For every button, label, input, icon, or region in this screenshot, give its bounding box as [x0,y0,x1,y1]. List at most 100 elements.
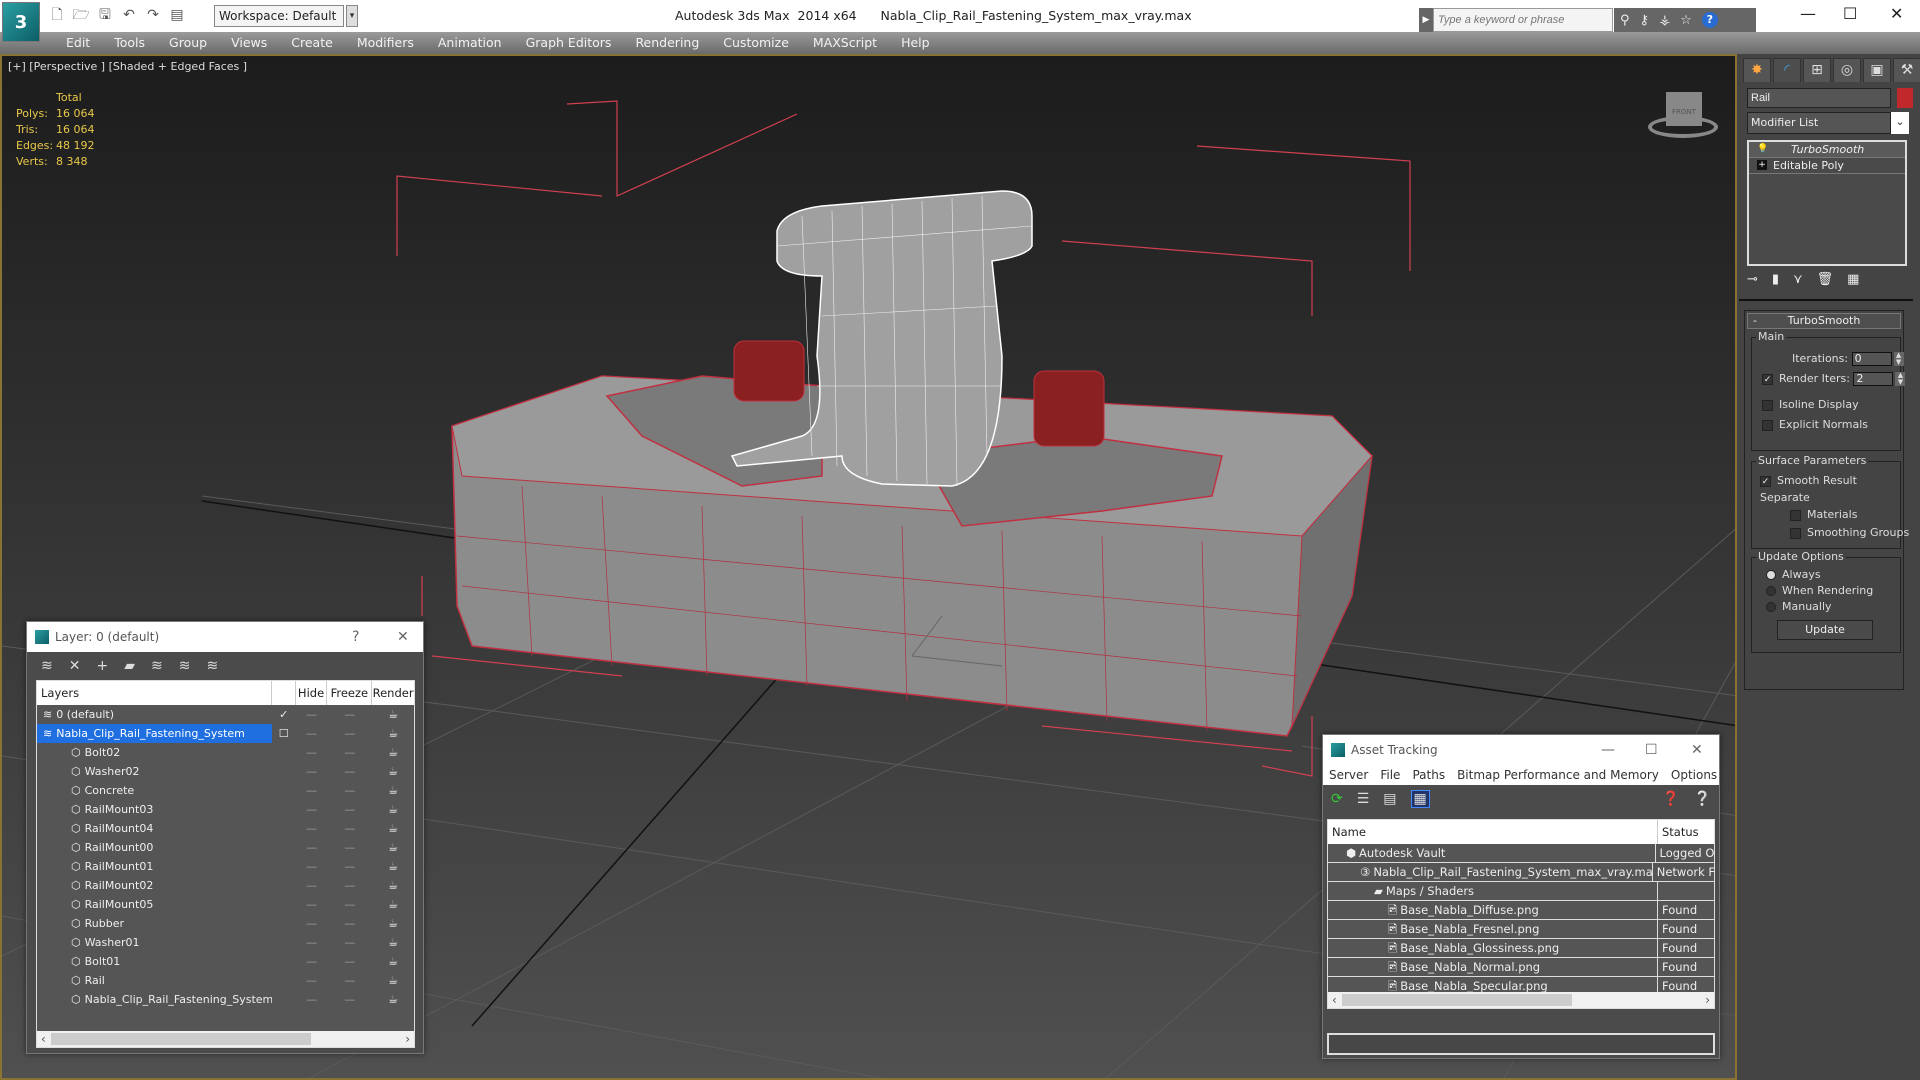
current-cell[interactable] [272,781,296,800]
add-to-layer-icon[interactable]: + [96,658,108,674]
render-teapot-icon[interactable]: ☕ [372,990,414,1009]
help-icon[interactable]: ? [1701,12,1718,28]
render-teapot-icon[interactable]: ☕ [372,857,414,876]
layer-name-cell[interactable]: ⬡ Rubber [37,914,272,933]
modify-tab-icon[interactable]: ◜ [1773,58,1801,82]
iterations-spinner[interactable]: 0 [1851,352,1892,366]
materials-checkbox[interactable] [1790,509,1801,521]
layer-name-cell[interactable]: ⬡ RailMount02 [37,876,272,895]
asset-name-cell[interactable]: ▰ Maps / Shaders [1328,882,1658,900]
asset-name-cell[interactable]: 🖻 Base_Nabla_Diffuse.png [1328,901,1658,919]
current-cell[interactable] [272,971,296,990]
menu-graph-editors[interactable]: Graph Editors [514,32,624,54]
current-cell[interactable] [272,838,296,857]
menu-tools[interactable]: Tools [102,32,157,54]
app-menu-button[interactable]: 3 [2,2,40,42]
layer-name-cell[interactable]: ⬡ Nabla_Clip_Rail_Fastening_System [37,990,272,1009]
column-render[interactable]: Render [372,681,414,705]
current-cell[interactable] [272,876,296,895]
column-name[interactable]: Name [1328,820,1658,844]
help-button[interactable]: ? [352,622,359,652]
layer-row[interactable]: ⬡ Bolt02— — ☕ [37,743,414,762]
menu-maxscript[interactable]: MAXScript [801,32,889,54]
layer-row[interactable]: ⬡ Concrete — — ☕ [37,781,414,800]
smoothing-groups-checkbox[interactable] [1790,527,1801,539]
freeze-toggle[interactable]: — [328,762,373,781]
layer-name-cell[interactable]: ≋ Nabla_Clip_Rail_Fastening_System [37,724,272,743]
render-teapot-icon[interactable]: ☕ [372,952,414,971]
render-teapot-icon[interactable]: ☕ [372,762,414,781]
dialog-title-bar[interactable]: Layer: 0 (default) ? ✕ [27,622,423,652]
freeze-toggle[interactable]: — [328,838,373,857]
hide-toggle[interactable]: — [296,819,328,838]
maximize-button[interactable]: ☐ [1645,735,1658,765]
save-icon[interactable]: 🖫 [96,6,114,24]
hide-toggle[interactable]: — [296,876,328,895]
hide-freeze-all-icon[interactable]: ≋ [206,658,218,674]
satellite-icon[interactable]: ⚶ [1659,13,1670,28]
set-current-checkbox[interactable]: ☐ [272,724,296,743]
render-teapot-icon[interactable]: ☕ [372,933,414,952]
new-file-icon[interactable]: 🗋 [48,6,66,24]
horizontal-scrollbar[interactable]: ‹ › [1328,992,1714,1008]
close-button[interactable]: ✕ [1890,4,1903,23]
layer-row[interactable]: ≋ Nabla_Clip_Rail_Fastening_System ☐ — — ☕ [37,724,414,743]
render-teapot-icon[interactable]: ☕ [372,971,414,990]
layer-name-cell[interactable]: ⬡ RailMount01 [37,857,272,876]
freeze-toggle[interactable]: — [328,819,373,838]
menu-server[interactable]: Server [1329,765,1368,785]
search-expand-button[interactable]: ▶ [1419,8,1433,32]
dialog-title-bar[interactable]: Asset Tracking — ☐ ✕ [1323,735,1719,765]
scroll-left-icon[interactable]: ‹ [1332,992,1337,1008]
layer-name-cell[interactable]: ⬡ Rail [37,971,272,990]
scroll-right-icon[interactable]: › [1705,992,1710,1008]
layer-name-cell[interactable]: ⬡ Bolt02 [37,743,272,762]
highlight-layer-icon[interactable]: ≋ [179,658,191,674]
column-current[interactable] [272,681,296,705]
close-button[interactable]: ✕ [397,622,409,652]
undo-icon[interactable]: ↶ [120,6,138,24]
hide-toggle[interactable]: — [296,952,328,971]
freeze-toggle[interactable]: — [327,705,372,724]
current-cell[interactable] [272,800,296,819]
asset-row[interactable]: 🖻 Base_Nabla_Fresnel.png Found [1328,920,1714,939]
minimize-button[interactable]: — [1601,735,1615,765]
scroll-right-icon[interactable]: › [405,1031,410,1047]
make-unique-icon[interactable]: ⋎ [1793,272,1803,287]
hide-toggle[interactable]: — [296,781,328,800]
render-teapot-icon[interactable]: ☕ [372,800,414,819]
project-folder-icon[interactable]: ▤ [168,6,186,24]
current-cell[interactable] [272,990,296,1009]
key-icon[interactable]: ⚷ [1640,13,1650,28]
star-icon[interactable]: ☆ [1680,13,1692,28]
layer-name-cell[interactable]: ⬡ RailMount04 [37,819,272,838]
tree-view-icon[interactable]: ▤ [1383,791,1396,807]
layer-row[interactable]: ⬡ RailMount02— — ☕ [37,876,414,895]
select-layer-icon[interactable]: ≋ [151,658,163,674]
layer-name-cell[interactable]: ⬡ Concrete [37,781,272,800]
freeze-toggle[interactable]: — [328,952,373,971]
rollout-header[interactable]: - TurboSmooth [1747,313,1901,329]
layer-name-cell[interactable]: ⬡ Washer01 [37,933,272,952]
layer-name-cell[interactable]: ≋ 0 (default) [37,705,272,724]
render-teapot-icon[interactable]: ☕ [372,743,414,762]
current-cell[interactable] [272,819,296,838]
layer-row[interactable]: ⬡ Bolt01— — ☕ [37,952,414,971]
render-teapot-icon[interactable]: ☕ [372,895,414,914]
layer-name-cell[interactable]: ⬡ Washer02 [37,762,272,781]
modifier-list-dropdown[interactable]: Modifier List [1747,112,1891,134]
pin-stack-icon[interactable]: ⊸ [1747,272,1758,287]
menu-help[interactable]: Help [889,32,942,54]
asset-name-cell[interactable]: 🖻 Base_Nabla_Glossiness.png [1328,939,1658,957]
object-color-swatch[interactable] [1897,88,1913,108]
viewport-label[interactable]: [+] [Perspective ] [Shaded + Edged Faces… [8,60,247,73]
hide-toggle[interactable]: — [296,895,328,914]
asset-name-cell[interactable]: ⬢ Autodesk Vault [1328,844,1656,862]
search-input[interactable] [1433,8,1613,32]
current-cell[interactable] [272,914,296,933]
current-cell[interactable] [272,952,296,971]
asset-row[interactable]: ③ Nabla_Clip_Rail_Fastening_System_max_vr… [1328,863,1714,882]
expand-plus-icon[interactable]: + [1757,160,1767,170]
isoline-checkbox[interactable] [1762,399,1773,411]
column-status[interactable]: Status [1658,820,1699,844]
